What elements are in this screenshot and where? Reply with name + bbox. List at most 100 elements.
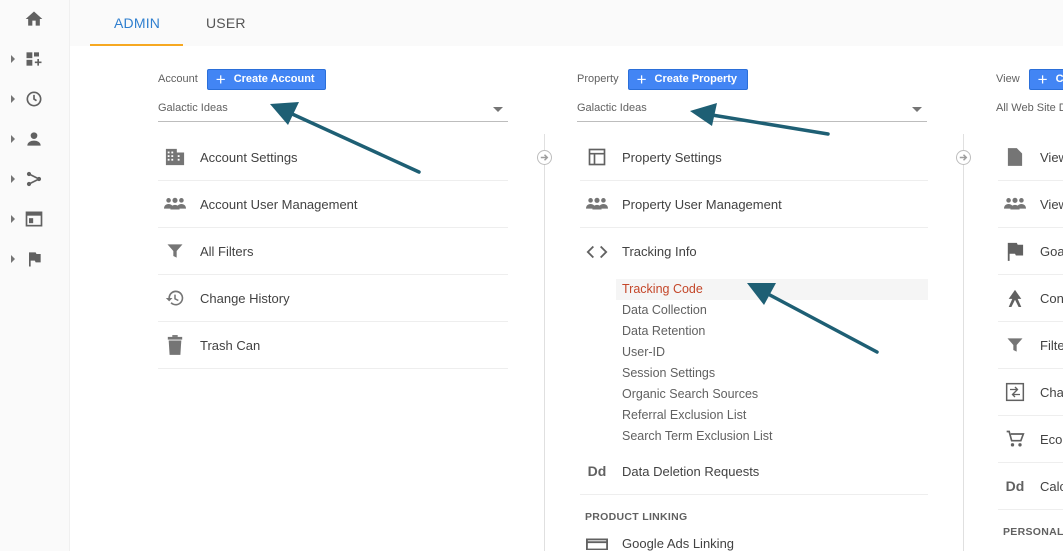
create-view-button[interactable]: + C bbox=[1028, 68, 1063, 90]
view-settings-label: View bbox=[1040, 149, 1063, 165]
account-settings-item[interactable]: Account Settings bbox=[158, 134, 508, 181]
content-grouping-label: Con bbox=[1040, 290, 1063, 306]
history-icon bbox=[164, 287, 186, 309]
google-ads-linking-label: Google Ads Linking bbox=[622, 536, 735, 551]
channel-settings-icon bbox=[1004, 381, 1026, 403]
goals-label: Goa bbox=[1040, 243, 1063, 259]
all-filters-label: All Filters bbox=[200, 243, 254, 259]
organic-search-sources-link[interactable]: Organic Search Sources bbox=[616, 384, 928, 405]
nav-audience[interactable] bbox=[0, 127, 70, 151]
acquisition-icon bbox=[26, 171, 42, 187]
personal-tools-heading: PERSONAL T bbox=[1003, 526, 1063, 538]
window-icon bbox=[586, 146, 608, 168]
create-account-label: Create Account bbox=[233, 73, 315, 85]
data-deletion-requests-item[interactable]: Dd Data Deletion Requests bbox=[580, 448, 928, 495]
calculated-metrics-item[interactable]: Dd Calc bbox=[998, 463, 1063, 510]
property-settings-item[interactable]: Property Settings bbox=[580, 134, 928, 181]
property-selector[interactable]: Galactic Ideas bbox=[577, 102, 927, 122]
home-icon[interactable] bbox=[24, 9, 44, 29]
admin-tabs: ADMIN USER bbox=[70, 0, 1063, 46]
ecommerce-settings-item[interactable]: Ecor bbox=[998, 416, 1063, 463]
arrow-right-circle-icon bbox=[956, 150, 971, 165]
account-user-management-label: Account User Management bbox=[200, 196, 358, 212]
nav-realtime[interactable] bbox=[0, 87, 70, 111]
column-divider bbox=[963, 134, 964, 551]
tracking-info-label: Tracking Info bbox=[622, 244, 697, 259]
content-grouping-item[interactable]: Con bbox=[998, 275, 1063, 322]
filter-icon bbox=[164, 240, 186, 262]
property-user-management-item[interactable]: Property User Management bbox=[580, 181, 928, 228]
change-history-label: Change History bbox=[200, 290, 290, 306]
referral-exclusion-list-link[interactable]: Referral Exclusion List bbox=[616, 405, 928, 426]
account-selected: Galactic Ideas bbox=[158, 102, 228, 114]
plus-icon: + bbox=[636, 69, 647, 89]
view-column-header: View + C bbox=[996, 68, 1063, 90]
tracking-code-link[interactable]: Tracking Code bbox=[616, 279, 928, 300]
user-id-link[interactable]: User-ID bbox=[616, 342, 928, 363]
column-divider bbox=[544, 134, 545, 551]
ecommerce-settings-label: Ecor bbox=[1040, 431, 1063, 447]
view-user-management-label: View bbox=[1040, 196, 1063, 212]
dropdown-arrow-icon bbox=[493, 107, 503, 112]
caret-right-icon bbox=[11, 255, 15, 263]
view-selector[interactable]: All Web Site D bbox=[996, 102, 1063, 122]
account-selector[interactable]: Galactic Ideas bbox=[158, 102, 508, 122]
tab-admin[interactable]: ADMIN bbox=[90, 0, 183, 46]
plus-icon: + bbox=[1037, 69, 1048, 89]
view-user-management-item[interactable]: View bbox=[998, 181, 1063, 228]
plus-icon: + bbox=[215, 69, 226, 89]
arrow-right-circle-icon bbox=[537, 150, 552, 165]
account-user-management-item[interactable]: Account User Management bbox=[158, 181, 508, 228]
trash-can-item[interactable]: Trash Can bbox=[158, 322, 508, 369]
people-icon bbox=[586, 193, 608, 215]
view-filters-item[interactable]: Filte bbox=[998, 322, 1063, 369]
people-icon bbox=[1004, 193, 1026, 215]
account-settings-label: Account Settings bbox=[200, 149, 298, 165]
data-collection-link[interactable]: Data Collection bbox=[616, 300, 928, 321]
data-retention-link[interactable]: Data Retention bbox=[616, 321, 928, 342]
goals-item[interactable]: Goa bbox=[998, 228, 1063, 275]
google-ads-linking-item[interactable]: Google Ads Linking bbox=[580, 532, 928, 551]
view-settings-item[interactable]: View bbox=[998, 134, 1063, 181]
admin-content: Account + Create Account Galactic Ideas A… bbox=[90, 46, 1063, 551]
nav-acquisition[interactable] bbox=[0, 167, 70, 191]
tracking-info-item[interactable]: Tracking Info bbox=[580, 228, 928, 275]
account-label: Account bbox=[158, 73, 198, 85]
create-view-label: C bbox=[1055, 73, 1063, 85]
change-history-item[interactable]: Change History bbox=[158, 275, 508, 322]
view-label: View bbox=[996, 73, 1020, 85]
behavior-icon bbox=[25, 211, 43, 227]
account-column-header: Account + Create Account bbox=[158, 68, 326, 90]
property-settings-label: Property Settings bbox=[622, 149, 722, 165]
flag-icon bbox=[1004, 240, 1026, 262]
all-filters-item[interactable]: All Filters bbox=[158, 228, 508, 275]
property-user-management-label: Property User Management bbox=[622, 196, 782, 212]
channel-settings-label: Cha bbox=[1040, 384, 1063, 400]
product-linking-heading: PRODUCT LINKING bbox=[585, 511, 688, 523]
nav-customization[interactable] bbox=[0, 47, 70, 71]
create-property-label: Create Property bbox=[654, 73, 738, 85]
data-deletion-requests-label: Data Deletion Requests bbox=[622, 463, 760, 479]
search-term-exclusion-list-link[interactable]: Search Term Exclusion List bbox=[616, 426, 928, 447]
code-icon bbox=[586, 241, 608, 263]
ads-linking-icon bbox=[586, 537, 608, 551]
session-settings-link[interactable]: Session Settings bbox=[616, 363, 928, 384]
tab-user[interactable]: USER bbox=[206, 0, 266, 46]
view-selected: All Web Site D bbox=[996, 102, 1063, 114]
realtime-icon bbox=[26, 91, 42, 107]
channel-settings-item[interactable]: Cha bbox=[998, 369, 1063, 416]
audience-icon bbox=[27, 132, 41, 146]
trash-icon bbox=[164, 334, 186, 356]
nav-behavior[interactable] bbox=[0, 207, 70, 231]
cart-icon bbox=[1004, 428, 1026, 450]
content-grouping-icon bbox=[1004, 287, 1026, 309]
trash-can-label: Trash Can bbox=[200, 337, 261, 353]
calculated-metrics-icon: Dd bbox=[1005, 478, 1025, 494]
building-icon bbox=[164, 146, 186, 168]
caret-right-icon bbox=[11, 95, 15, 103]
create-account-button[interactable]: + Create Account bbox=[206, 68, 326, 90]
nav-conversions[interactable] bbox=[0, 247, 70, 271]
create-property-button[interactable]: + Create Property bbox=[627, 68, 749, 90]
property-label: Property bbox=[577, 73, 619, 85]
property-selected: Galactic Ideas bbox=[577, 102, 647, 114]
